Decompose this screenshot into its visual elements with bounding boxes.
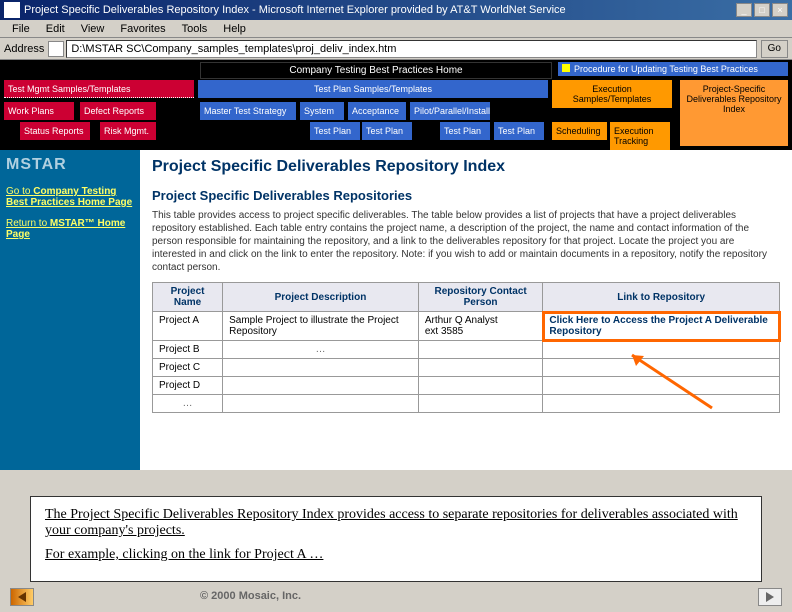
nav-acceptance[interactable]: Acceptance (348, 102, 406, 120)
cell-desc (223, 377, 419, 395)
th-link: Link to Repository (543, 283, 780, 312)
nav-pilot[interactable]: Pilot/Parallel/Install (410, 102, 490, 120)
menu-bar: File Edit View Favorites Tools Help (0, 20, 792, 38)
cell-dots: … (153, 395, 223, 413)
minimize-button[interactable]: _ (736, 3, 752, 17)
menu-favorites[interactable]: Favorites (112, 23, 173, 35)
nav-testplan-header[interactable]: Test Plan Samples/Templates (198, 80, 548, 98)
nav-system[interactable]: System (300, 102, 344, 120)
cell-desc: … (223, 341, 419, 359)
cell-name: Project C (153, 359, 223, 377)
content-area: MSTAR Go to Company Testing Best Practic… (0, 150, 792, 470)
menu-file[interactable]: File (4, 23, 38, 35)
nav-home[interactable]: Company Testing Best Practices Home (200, 62, 552, 79)
cell-link (543, 377, 780, 395)
cell-contact (418, 377, 543, 395)
address-input[interactable] (66, 40, 756, 58)
sidebar-link-best-practices[interactable]: Go to Company Testing Best Practices Hom… (6, 186, 134, 208)
nav-risk-mgmt[interactable]: Risk Mgmt. (100, 122, 156, 140)
page-title: Project Specific Deliverables Repository… (152, 158, 780, 176)
slide-nav-forward (758, 588, 782, 606)
maximize-button[interactable]: □ (754, 3, 770, 17)
menu-help[interactable]: Help (215, 23, 254, 35)
nav-tp2[interactable]: Test Plan (362, 122, 412, 140)
prev-slide-button[interactable] (10, 588, 34, 606)
window-title: Project Specific Deliverables Repository… (24, 4, 736, 16)
cell-contact: Arthur Q Analyst ext 3585 (418, 312, 543, 341)
section-heading: Project Specific Deliverables Repositori… (152, 188, 780, 203)
table-row: Project C (153, 359, 780, 377)
menu-tools[interactable]: Tools (174, 23, 216, 35)
cell-desc: Sample Project to illustrate the Project… (223, 312, 419, 341)
nav-tp4[interactable]: Test Plan (494, 122, 544, 140)
nav-scheduling[interactable]: Scheduling (552, 122, 607, 140)
mstar-logo: MSTAR (6, 156, 134, 174)
cell-contact (418, 359, 543, 377)
page-icon (48, 41, 64, 57)
nav-status-reports[interactable]: Status Reports (20, 122, 90, 140)
intro-text: This table provides access to project sp… (152, 209, 780, 274)
window-titlebar: Project Specific Deliverables Repository… (0, 0, 792, 20)
copyright-text: © 2000 Mosaic, Inc. (200, 590, 301, 602)
arrow-left-icon (18, 592, 26, 602)
th-desc: Project Description (223, 283, 419, 312)
nav-test-mgmt[interactable]: Test Mgmt Samples/Templates (4, 80, 194, 98)
callout-p2: For example, clicking on the link for Pr… (45, 547, 747, 563)
projects-table: Project Name Project Description Reposit… (152, 282, 780, 413)
address-label: Address (4, 43, 44, 55)
nav-procedure[interactable]: Procedure for Updating Testing Best Prac… (558, 62, 788, 76)
callout-p1: The Project Specific Deliverables Reposi… (45, 507, 747, 539)
nav-sitemap: Company Testing Best Practices Home Proc… (0, 60, 792, 150)
next-slide-button[interactable] (758, 588, 782, 606)
close-button[interactable]: × (772, 3, 788, 17)
menu-view[interactable]: View (73, 23, 113, 35)
cell-link (543, 359, 780, 377)
repo-link-project-a[interactable]: Click Here to Access the Project A Deliv… (549, 315, 767, 337)
nav-tp1[interactable]: Test Plan (310, 122, 360, 140)
table-row: Project D (153, 377, 780, 395)
go-button[interactable]: Go (761, 40, 788, 58)
cell-desc (223, 359, 419, 377)
arrow-right-icon (766, 592, 774, 602)
menu-edit[interactable]: Edit (38, 23, 73, 35)
cell-name: Project A (153, 312, 223, 341)
table-row: Project B … (153, 341, 780, 359)
nav-master-strategy[interactable]: Master Test Strategy (200, 102, 296, 120)
nav-exec-header[interactable]: Execution Samples/Templates (552, 80, 672, 108)
sidebar-link2-pre: Return to (6, 218, 50, 229)
nav-procedure-label: Procedure for Updating Testing Best Prac… (574, 64, 758, 74)
sidebar-link-mstar-home[interactable]: Return to MSTAR™ Home Page (6, 218, 134, 240)
nav-exec-tracking[interactable]: Execution Tracking (610, 122, 670, 150)
cell-name: Project B (153, 341, 223, 359)
nav-tp3[interactable]: Test Plan (440, 122, 490, 140)
main-content: Project Specific Deliverables Repository… (140, 150, 792, 470)
nav-psd-index[interactable]: Project-Specific Deliverables Repository… (680, 80, 788, 146)
nav-workplans[interactable]: Work Plans (4, 102, 74, 120)
th-contact: Repository Contact Person (418, 283, 543, 312)
address-bar: Address Go (0, 38, 792, 60)
sidebar-link1-pre: Go to (6, 186, 33, 197)
slide-nav-back (10, 588, 34, 606)
table-row: Project A Sample Project to illustrate t… (153, 312, 780, 341)
sidebar: MSTAR Go to Company Testing Best Practic… (0, 150, 140, 470)
explanation-callout: The Project Specific Deliverables Reposi… (30, 496, 762, 582)
th-name: Project Name (153, 283, 223, 312)
cell-link (543, 341, 780, 359)
square-icon (562, 64, 570, 72)
table-row-dots: … (153, 395, 780, 413)
cell-link-highlighted: Click Here to Access the Project A Deliv… (543, 312, 780, 341)
cell-contact (418, 341, 543, 359)
cell-name: Project D (153, 377, 223, 395)
nav-defect-reports[interactable]: Defect Reports (80, 102, 156, 120)
ie-icon (4, 2, 20, 18)
table-header-row: Project Name Project Description Reposit… (153, 283, 780, 312)
